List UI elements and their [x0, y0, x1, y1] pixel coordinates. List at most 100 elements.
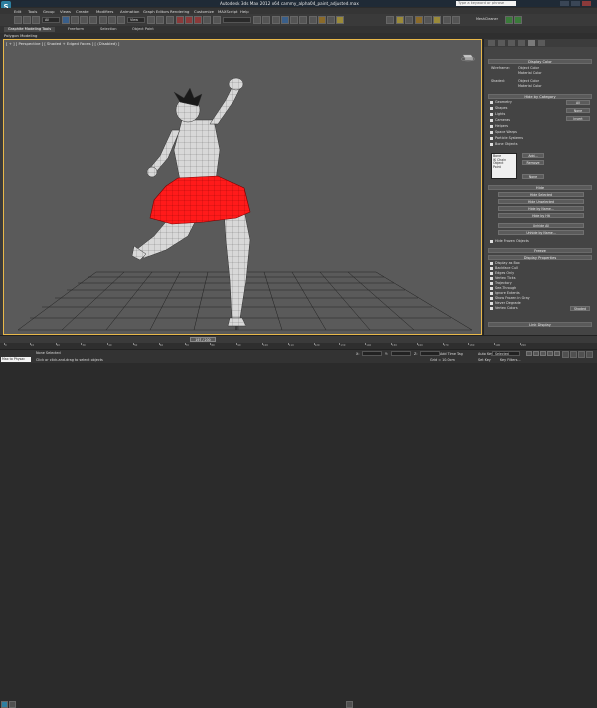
script-icon[interactable]	[386, 16, 394, 24]
rendered-frame-icon[interactable]	[327, 16, 335, 24]
checkbox-space-warps[interactable]	[490, 131, 493, 134]
layer-icon[interactable]	[443, 16, 451, 24]
tab-freeform[interactable]: Freeform	[64, 27, 88, 32]
spinner-snap-icon[interactable]	[203, 16, 211, 24]
folder-icon[interactable]	[396, 16, 404, 24]
none-button[interactable]: None	[566, 108, 590, 113]
layer-manager-icon[interactable]	[272, 16, 280, 24]
tab-selection[interactable]: Selection	[96, 27, 121, 32]
shaded-material-color[interactable]: Material Color	[518, 84, 542, 88]
maximize-button[interactable]	[571, 1, 580, 6]
close-button[interactable]	[582, 1, 591, 6]
curve-editor-icon[interactable]	[290, 16, 298, 24]
time-slider[interactable]: 197 / 200	[190, 337, 216, 342]
set-key-button[interactable]: Set Key	[478, 358, 491, 362]
render-setup-icon[interactable]	[318, 16, 326, 24]
render-production-icon[interactable]	[336, 16, 344, 24]
checkbox-see-through[interactable]	[490, 287, 493, 290]
checkbox-display-as-box[interactable]	[490, 262, 493, 265]
checkbox-edges-only[interactable]	[490, 272, 493, 275]
wireframe-material-color[interactable]: Material Color	[518, 71, 542, 75]
search-input[interactable]: Type a keyword or phrase	[456, 1, 516, 6]
zoom-all-icon[interactable]	[570, 351, 577, 358]
character-icon[interactable]	[433, 16, 441, 24]
layer-explorer-icon[interactable]	[9, 701, 16, 708]
material-editor-icon[interactable]	[309, 16, 317, 24]
schematic-view-icon[interactable]	[299, 16, 307, 24]
play-script-icon[interactable]	[505, 16, 513, 24]
listener-icon[interactable]	[1, 701, 8, 708]
zoom-icon[interactable]	[562, 351, 569, 358]
region-select-icon[interactable]	[80, 16, 88, 24]
hide-rollout[interactable]: Hide	[488, 185, 592, 190]
hide-unselected-button[interactable]: Hide Unselected	[498, 199, 584, 204]
orbit-icon[interactable]	[578, 351, 585, 358]
motion-tab-icon[interactable]	[518, 40, 525, 46]
maxscript-mini-listener[interactable]: Max to Physac	[1, 357, 31, 362]
keyboard-shortcut-icon[interactable]	[166, 16, 174, 24]
tab-graphite-modeling[interactable]: Graphite Modeling Tools	[4, 27, 56, 32]
checkbox-cameras[interactable]	[490, 119, 493, 122]
shaded-button[interactable]: Shaded	[570, 306, 590, 311]
redo-icon[interactable]	[23, 16, 31, 24]
unhide-by-name-button[interactable]: Unhide by Name...	[498, 230, 584, 235]
shaded-object-color[interactable]: Object Color	[518, 79, 539, 83]
checkbox-helpers[interactable]	[490, 125, 493, 128]
run-icon[interactable]	[514, 16, 522, 24]
add-button[interactable]: Add...	[522, 153, 544, 158]
snaps-toggle-icon[interactable]	[176, 16, 184, 24]
graphite-tools-icon[interactable]	[281, 16, 289, 24]
bone-tools-icon[interactable]	[415, 16, 423, 24]
checkbox-show-frozen-gray[interactable]	[490, 297, 493, 300]
align-icon[interactable]	[262, 16, 270, 24]
key-filters-button[interactable]: Key Filters...	[500, 358, 521, 362]
hide-by-hit-button[interactable]: Hide by Hit	[498, 213, 584, 218]
skin-icon[interactable]	[424, 16, 432, 24]
uvw-icon[interactable]	[452, 16, 460, 24]
auto-key-button[interactable]: Auto Key	[478, 352, 493, 356]
checkbox-shapes[interactable]	[490, 107, 493, 110]
checkbox-never-degrade[interactable]	[490, 302, 493, 305]
hide-by-category-rollout[interactable]: Hide by Category	[488, 94, 592, 99]
freeze-rollout[interactable]: Freeze	[488, 248, 592, 253]
remove-button[interactable]: Remove	[522, 160, 544, 165]
next-frame-icon[interactable]	[547, 351, 553, 356]
checkbox-bone-objects[interactable]	[490, 143, 493, 146]
y-coord-field[interactable]	[391, 351, 411, 356]
display-tab-icon[interactable]	[528, 40, 535, 46]
list-item[interactable]: Point	[493, 165, 515, 170]
go-to-end-icon[interactable]	[554, 351, 560, 356]
checkbox-backface-cull[interactable]	[490, 267, 493, 270]
hide-frozen-checkbox[interactable]	[490, 240, 493, 243]
mirror-icon[interactable]	[253, 16, 261, 24]
percent-snap-icon[interactable]	[194, 16, 202, 24]
add-time-tag[interactable]: Add Time Tag	[440, 352, 463, 356]
checkbox-particle-systems[interactable]	[490, 137, 493, 140]
reference-coord-dropdown[interactable]: View	[127, 17, 145, 23]
time-slider-track[interactable]: 197 / 200	[0, 335, 597, 343]
pose-icon[interactable]	[405, 16, 413, 24]
link-display-rollout[interactable]: Link Display	[488, 322, 592, 327]
category-list[interactable]: Bone IK Chain Object Point	[491, 153, 517, 179]
tab-object-paint[interactable]: Object Paint	[128, 27, 158, 32]
select-manipulate-icon[interactable]	[156, 16, 164, 24]
scale-icon[interactable]	[117, 16, 125, 24]
checkbox-lights[interactable]	[490, 113, 493, 116]
link-icon[interactable]	[32, 16, 40, 24]
named-selection-dropdown[interactable]	[223, 17, 251, 23]
move-icon[interactable]	[99, 16, 107, 24]
checkbox-vertex-colors[interactable]	[490, 307, 493, 310]
select-by-name-icon[interactable]	[71, 16, 79, 24]
all-button[interactable]: All	[566, 100, 590, 105]
unhide-all-button[interactable]: Unhide All	[498, 223, 584, 228]
checkbox-trajectory[interactable]	[490, 282, 493, 285]
undo-icon[interactable]	[14, 16, 22, 24]
checkbox-ignore-extents[interactable]	[490, 292, 493, 295]
hierarchy-tab-icon[interactable]	[508, 40, 515, 46]
create-tab-icon[interactable]	[488, 40, 495, 46]
lock-selection-icon[interactable]	[346, 701, 353, 708]
window-crossing-icon[interactable]	[89, 16, 97, 24]
maximize-viewport-icon[interactable]	[586, 351, 593, 358]
minimize-button[interactable]	[560, 1, 569, 6]
wireframe-object-color[interactable]: Object Color	[518, 66, 539, 70]
